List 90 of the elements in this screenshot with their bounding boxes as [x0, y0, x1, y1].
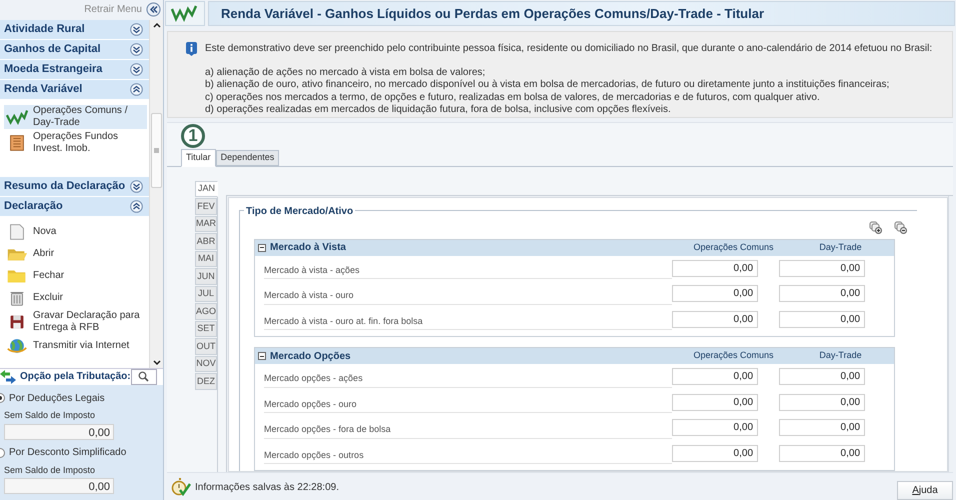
- scroll-down-icon[interactable]: [152, 360, 160, 366]
- expand-icon: [130, 22, 143, 36]
- step-number-badge: 1: [181, 124, 205, 148]
- chart-trend-icon: [171, 3, 199, 24]
- month-tab[interactable]: MAI: [195, 250, 218, 267]
- exchange-arrows-icon: [0, 368, 16, 385]
- tab[interactable]: Dependentes: [216, 150, 280, 166]
- section-header[interactable]: Ganhos de Capital: [0, 40, 149, 59]
- amount-field[interactable]: 0,00: [672, 260, 758, 277]
- amount-field[interactable]: 0,00: [779, 310, 866, 328]
- field-caption: Sem Saldo de Imposto: [3, 409, 96, 422]
- collapse-toggle-icon[interactable]: [258, 244, 266, 252]
- amount-field[interactable]: 0,00: [672, 310, 758, 328]
- amount-field: 0,00: [4, 424, 114, 440]
- menu-item[interactable]: Excluir: [4, 288, 147, 308]
- page-title: Renda Variável - Ganhos Líquidos ou Perdas em Operações Comuns/Day-Trade - Titular: [221, 4, 764, 23]
- collapse-icon[interactable]: [146, 2, 161, 18]
- month-tab[interactable]: ABR: [195, 233, 218, 250]
- section-header[interactable]: Resumo da Declaração: [0, 176, 149, 196]
- group-header[interactable]: Mercado Opções Operações Comuns Day-Trade: [255, 348, 894, 364]
- amount-field[interactable]: 0,00: [779, 444, 866, 462]
- row-label: Mercado à vista - ações: [264, 264, 672, 279]
- collapse-all-icon[interactable]: [894, 220, 908, 234]
- scroll-up-icon[interactable]: [152, 22, 160, 28]
- group-header[interactable]: Mercado à Vista Operações Comuns Day-Trade: [255, 240, 894, 256]
- amount-field[interactable]: 0,00: [672, 444, 758, 462]
- month-tab[interactable]: DEZ: [195, 373, 218, 390]
- menu-item[interactable]: Nova: [4, 222, 147, 242]
- amount-field[interactable]: 0,00: [779, 260, 866, 277]
- amount-field[interactable]: 0,00: [672, 285, 758, 302]
- menu-item[interactable]: Gravar Declaração para Entrega à RFB: [4, 310, 147, 334]
- radio-label: Por Deduções Legais: [9, 392, 105, 406]
- search-icon: [138, 371, 150, 382]
- menu-item[interactable]: Fechar: [4, 266, 147, 286]
- menu-item[interactable]: Abrir: [4, 244, 147, 264]
- month-tab[interactable]: AGO: [195, 303, 218, 320]
- info-text: Este demonstrativo deve ser preenchido pelo contribuinte pessoa física, residente ou domiciliado no Brasil, que durante o ano-calendário de 2014 efetuou no Brasil:: [205, 42, 932, 54]
- expand-icon: [130, 62, 143, 76]
- menu-item[interactable]: Transmitir via Internet: [4, 336, 147, 356]
- month-tab[interactable]: JUL: [195, 286, 218, 302]
- row-label: Mercado opções - ações: [264, 372, 672, 388]
- month-tab[interactable]: NOV: [195, 356, 218, 372]
- row-label: Mercado opções - fora de bolsa: [264, 423, 672, 438]
- amount-field[interactable]: 0,00: [672, 419, 758, 436]
- collapse-icon: [130, 200, 143, 213]
- expand-icon: [130, 180, 143, 193]
- scrollbar[interactable]: [149, 20, 163, 368]
- amount-field[interactable]: 0,00: [779, 368, 866, 386]
- info-text: c) operações nos mercados a termo, de opções e futuro, realizadas em bolsa de valores, de mercadorias e de futuros, com qualquer ativo.: [205, 92, 821, 104]
- expand-icon: [130, 42, 143, 56]
- amount-field[interactable]: 0,00: [779, 285, 866, 302]
- row-label: Mercado à vista - ouro: [264, 289, 672, 304]
- amount-field[interactable]: 0,00: [779, 394, 866, 411]
- fieldset-legend: Tipo de Mercado/Ativo: [244, 204, 356, 218]
- status-message: Informações salvas às 22:28:09.: [195, 480, 339, 494]
- search-button[interactable]: [130, 368, 157, 385]
- info-icon: [186, 42, 197, 56]
- month-tab[interactable]: OUT: [195, 338, 218, 354]
- field-caption: Sem Saldo de Imposto: [3, 464, 96, 477]
- section-header[interactable]: Moeda Estrangeira: [0, 60, 149, 79]
- month-tab[interactable]: MAR: [195, 216, 218, 232]
- section-header[interactable]: Atividade Rural: [0, 20, 149, 39]
- month-tab[interactable]: FEV: [195, 198, 218, 214]
- expand-all-icon[interactable]: [869, 220, 882, 234]
- row-label: Mercado opções - outros: [264, 448, 672, 464]
- info-text: a) alienação de ações no mercado à vista em bolsa de valores;: [205, 66, 486, 79]
- collapse-icon: [130, 82, 143, 96]
- month-tab[interactable]: SET: [195, 320, 218, 337]
- amount-field[interactable]: 0,00: [672, 368, 758, 386]
- amount-field[interactable]: 0,00: [779, 419, 866, 436]
- row-label: Mercado opções - ouro: [264, 398, 672, 413]
- amount-field[interactable]: 0,00: [672, 394, 758, 411]
- menu-item[interactable]: Operações Comuns / Day-Trade: [4, 104, 147, 129]
- row-label: Mercado à vista - ouro at. fin. fora bolsa: [264, 314, 672, 330]
- tab[interactable]: Titular: [181, 148, 216, 166]
- section-header[interactable]: Declaração: [0, 196, 149, 216]
- collapse-toggle-icon[interactable]: [258, 352, 266, 360]
- section-title: Opção pela Tributação:: [20, 370, 131, 384]
- section-header[interactable]: Renda Variável: [0, 80, 149, 99]
- chart-trend-icon: [6, 108, 28, 126]
- amount-field: 0,00: [4, 478, 114, 494]
- month-tab[interactable]: JUN: [195, 268, 218, 284]
- month-tab[interactable]: JAN: [195, 180, 218, 197]
- clock-check-icon: [171, 478, 191, 496]
- radio-label: Por Desconto Simplificado: [9, 446, 126, 460]
- info-text: d) operações realizadas em mercados de liquidação futura, fora de bolsa, inclusive com opções flexíveis.: [205, 104, 672, 116]
- help-button[interactable]: Ajuda: [897, 481, 953, 500]
- globe-icon: [6, 336, 28, 355]
- menu-item[interactable]: Operações Fundos Invest. Imob.: [4, 130, 147, 155]
- info-text: b) alienação de ouro, ativo financeiro, no mercado disponível ou à vista em bolsa de mercadorias, de futuro ou diretamente junto a instituições financeiras;: [205, 79, 890, 92]
